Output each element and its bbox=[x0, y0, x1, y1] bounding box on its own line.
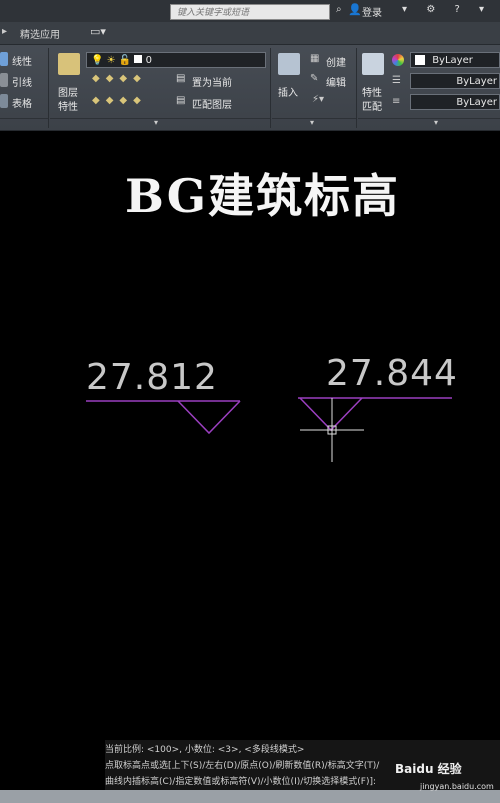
insert-button[interactable]: 插入 bbox=[278, 84, 298, 99]
edit-block-icon[interactable]: ✎ bbox=[310, 73, 318, 84]
expand-arrow-icon[interactable]: ▾ bbox=[154, 118, 158, 127]
layer-tools-row2-icons[interactable]: ◆◆◆◆ bbox=[92, 95, 147, 106]
match-properties-icon[interactable] bbox=[362, 53, 384, 75]
properties-panel-bar[interactable]: ▾ bbox=[358, 118, 500, 129]
watermark-brand: Baidu 经验 bbox=[395, 762, 462, 776]
tab-dropdown-icon[interactable]: ▸ bbox=[2, 26, 7, 37]
binoculars-icon[interactable]: ⌕ bbox=[336, 4, 342, 15]
layer-select[interactable]: 💡 ☀ 🔓 0 bbox=[86, 52, 266, 68]
cart-icon[interactable]: ▾ bbox=[402, 4, 407, 15]
linear-dimension-icon[interactable] bbox=[0, 52, 8, 66]
user-icon: 👤 bbox=[348, 3, 362, 16]
command-line-1: 当前比例: <100>, 小数位: <3>, <多段线模式> bbox=[105, 745, 305, 755]
lock-icon: 🔓 bbox=[118, 55, 132, 66]
layer-panel-bar[interactable]: ▾ bbox=[50, 118, 270, 129]
layer-panel-label-2[interactable]: 特性 bbox=[58, 98, 78, 113]
block-panel-bar[interactable]: ▾ bbox=[272, 118, 356, 129]
match-layer-button[interactable]: 匹配图层 bbox=[192, 96, 232, 111]
create-block-icon[interactable]: ▦ bbox=[310, 53, 319, 64]
draw-panel-bar bbox=[0, 118, 48, 129]
sun-icon: ☀ bbox=[106, 55, 116, 66]
table-button[interactable]: 表格 bbox=[12, 95, 32, 110]
lineweight-icon[interactable]: ≡ bbox=[392, 96, 400, 107]
ribbon: 键入关键字或短语 ⌕ 👤 登录 ▾ ⚙ ? ▾ ▸ 精选应用 ▭▾ 线性 引线 … bbox=[0, 0, 500, 131]
linetype-value: ByLayer bbox=[456, 76, 497, 87]
color-wheel-icon[interactable] bbox=[392, 54, 404, 66]
set-current-icon[interactable]: ▤ bbox=[176, 73, 185, 84]
panel-divider bbox=[48, 48, 49, 128]
ribbon-tabs: ▸ 精选应用 ▭▾ bbox=[0, 22, 500, 45]
title-bar: 键入关键字或短语 ⌕ 👤 登录 ▾ ⚙ ? ▾ bbox=[0, 0, 500, 22]
color-select[interactable]: ByLayer bbox=[410, 52, 500, 68]
drawing-title-text: BG建筑标高 bbox=[125, 169, 401, 223]
panel-divider bbox=[356, 48, 357, 128]
expand-arrow-icon[interactable]: ▾ bbox=[434, 118, 438, 127]
elevation-value-left: 27.812 bbox=[86, 357, 218, 398]
login-button[interactable]: 登录 bbox=[362, 4, 382, 19]
drawing-canvas[interactable] bbox=[0, 131, 500, 790]
table-icon[interactable] bbox=[0, 94, 8, 108]
linetype-icon[interactable]: ☰ bbox=[392, 75, 401, 86]
search-input[interactable]: 键入关键字或短语 bbox=[170, 4, 330, 20]
insert-block-icon[interactable] bbox=[278, 53, 300, 75]
lightbulb-icon: 💡 bbox=[91, 55, 104, 66]
color-value: ByLayer bbox=[432, 55, 473, 66]
set-current-button[interactable]: 置为当前 bbox=[192, 74, 232, 89]
window-controls[interactable]: ⚙ ? ▾ bbox=[426, 4, 492, 15]
edit-button[interactable]: 编辑 bbox=[326, 74, 346, 89]
layer-panel-label-1[interactable]: 图层 bbox=[58, 84, 78, 99]
leader-button[interactable]: 引线 bbox=[12, 74, 32, 89]
expand-arrow-icon[interactable]: ▾ bbox=[310, 118, 314, 127]
layer-properties-icon[interactable] bbox=[58, 53, 80, 75]
elevation-value-right: 27.844 bbox=[326, 353, 458, 394]
color-swatch-icon bbox=[134, 55, 143, 63]
current-layer-name: 0 bbox=[145, 55, 152, 66]
color-swatch-icon bbox=[415, 55, 425, 65]
tab-toggle-icon[interactable]: ▭▾ bbox=[90, 25, 106, 38]
leader-icon[interactable] bbox=[0, 73, 8, 87]
match-properties-label-2[interactable]: 匹配 bbox=[362, 98, 382, 113]
match-layer-icon[interactable]: ▤ bbox=[176, 95, 185, 106]
tab-featured-apps[interactable]: 精选应用 bbox=[20, 26, 60, 41]
block-attributes-icon[interactable]: ⚡▾ bbox=[312, 94, 324, 105]
linear-button[interactable]: 线性 bbox=[12, 53, 32, 68]
create-button[interactable]: 创建 bbox=[326, 54, 346, 69]
match-properties-label-1[interactable]: 特性 bbox=[362, 84, 382, 99]
lineweight-select[interactable]: ByLayer bbox=[410, 94, 500, 110]
layer-tools-row1-icons[interactable]: ◆◆◆◆ bbox=[92, 73, 147, 84]
watermark-site: jingyan.baidu.com bbox=[420, 782, 494, 791]
lineweight-value: ByLayer bbox=[456, 97, 497, 108]
panel-divider bbox=[270, 48, 271, 128]
status-bar bbox=[0, 790, 500, 803]
linetype-select[interactable]: ByLayer bbox=[410, 73, 500, 89]
